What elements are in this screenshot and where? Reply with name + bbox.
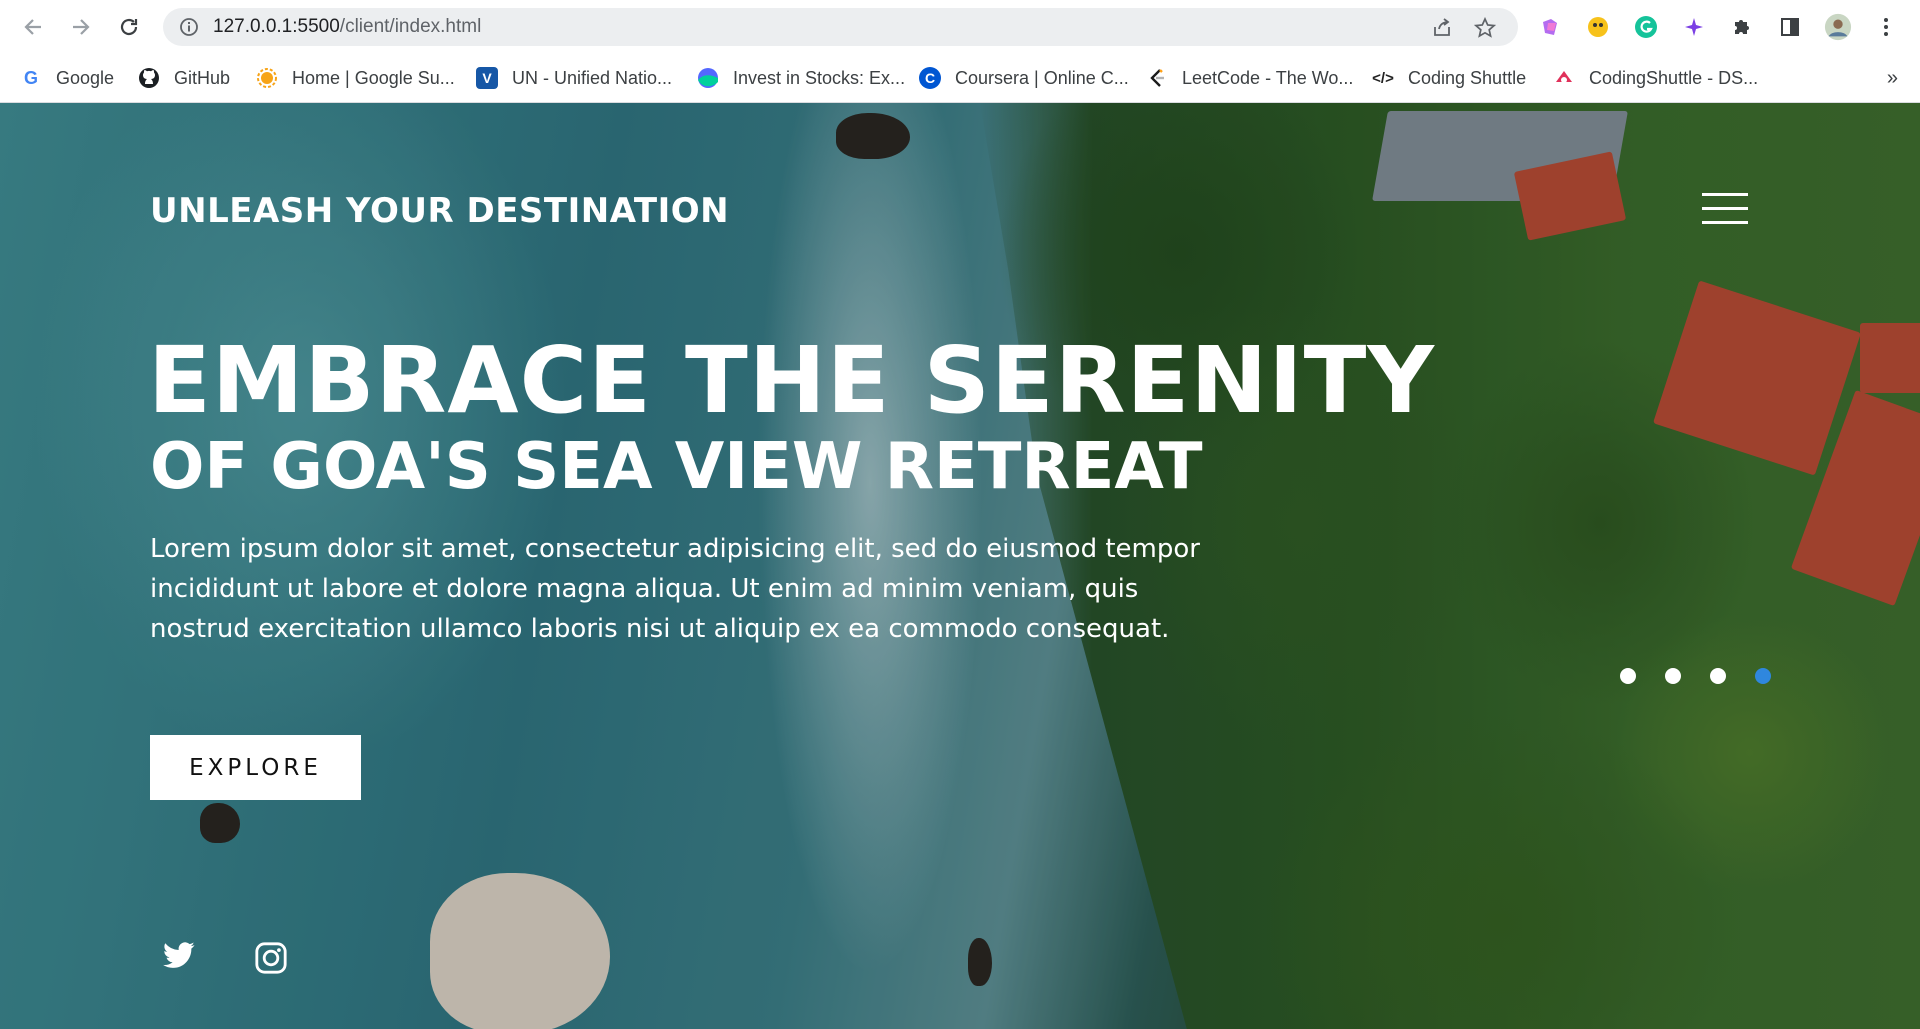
bookmark-coursera[interactable]: C Coursera | Online C... [919, 64, 1129, 92]
side-panel-icon[interactable] [1776, 13, 1804, 41]
bookmark-github[interactable]: GitHub [138, 64, 230, 92]
bookmark-coding-shuttle[interactable]: </> Coding Shuttle [1372, 64, 1526, 92]
hero-description: Lorem ipsum dolor sit amet, consectetur … [150, 534, 1200, 644]
twitter-icon[interactable] [162, 941, 198, 977]
back-arrow-icon [24, 19, 41, 35]
bookmark-label: GitHub [174, 67, 231, 88]
slider-dot-3[interactable] [1710, 668, 1726, 684]
bookmark-codingshuttle-dsa[interactable]: CodingShuttle - DS... [1553, 64, 1758, 92]
bookmark-star-icon[interactable] [1473, 16, 1497, 40]
url-host: 127.0.0.1:5500 [213, 16, 340, 37]
extensions-puzzle-icon[interactable] [1728, 13, 1756, 41]
coursera-icon: C [919, 67, 941, 89]
hero-section: UNLEASH YOUR DESTINATION EMBRACE THE SER… [0, 103, 1920, 1029]
bookmark-invest[interactable]: Invest in Stocks: Ex... [697, 64, 905, 92]
bookmark-google-summer[interactable]: Home | Google Su... [256, 64, 455, 92]
browser-toolbar: 127.0.0.1:5500/client/index.html [0, 0, 1920, 54]
extension-honey-icon[interactable] [1584, 13, 1612, 41]
brand-logo-text[interactable]: UNLEASH YOUR DESTINATION [150, 191, 729, 231]
hamburger-menu-icon[interactable] [1702, 193, 1748, 227]
forward-button[interactable] [66, 12, 96, 42]
menu-line [1702, 221, 1748, 224]
codingshuttle-icon [1553, 67, 1575, 89]
extension-pastel-icon[interactable] [1536, 13, 1564, 41]
google-icon: G [23, 67, 38, 88]
profile-avatar[interactable] [1824, 13, 1852, 41]
bookmark-label: Invest in Stocks: Ex... [733, 67, 906, 88]
bookmark-leetcode[interactable]: LeetCode - The Wo... [1146, 64, 1353, 92]
url-text[interactable]: 127.0.0.1:5500/client/index.html [213, 8, 481, 46]
browser-menu-icon[interactable] [1872, 13, 1900, 41]
google-summer-icon [256, 67, 278, 89]
bookmark-label: Coursera | Online C... [955, 67, 1129, 88]
bookmark-un[interactable]: V UN - Unified Natio... [476, 64, 672, 92]
share-icon[interactable] [1430, 16, 1454, 40]
bookmark-label: UN - Unified Natio... [512, 67, 673, 88]
un-icon: V [476, 67, 498, 89]
reload-icon [120, 18, 138, 36]
code-icon: </> [1372, 69, 1394, 87]
invest-icon [697, 67, 719, 89]
slider-dot-2[interactable] [1665, 668, 1681, 684]
slider-dot-1[interactable] [1620, 668, 1636, 684]
hero-headline: EMBRACE THE SERENITY [148, 327, 1435, 434]
bookmark-label: LeetCode - The Wo... [1182, 67, 1354, 88]
bookmark-label: CodingShuttle - DS... [1589, 67, 1759, 88]
github-icon [138, 67, 160, 89]
menu-line [1702, 193, 1748, 196]
menu-line [1702, 207, 1748, 210]
bookmark-google[interactable]: G Google [20, 64, 114, 92]
url-path: /client/index.html [339, 16, 482, 37]
leetcode-icon [1146, 67, 1168, 89]
bookmark-label: Coding Shuttle [1408, 67, 1527, 88]
hero-subheadline: OF GOA'S SEA VIEW RETREAT [150, 430, 1203, 504]
extension-sparkle-icon[interactable] [1680, 13, 1708, 41]
extension-grammarly-icon[interactable] [1632, 13, 1660, 41]
bookmarks-bar: G Google GitHub Home | Google Su... V UN… [0, 54, 1920, 103]
bookmark-label: Google [56, 67, 115, 88]
instagram-icon[interactable] [254, 941, 290, 977]
reload-button[interactable] [114, 12, 144, 42]
slider-dot-4[interactable] [1755, 668, 1771, 684]
forward-arrow-icon [73, 19, 90, 35]
bookmark-label: Home | Google Su... [292, 67, 455, 88]
back-button[interactable] [18, 12, 48, 42]
bookmarks-overflow-chevron[interactable]: » [1887, 67, 1898, 90]
address-bar[interactable]: 127.0.0.1:5500/client/index.html [163, 8, 1518, 46]
explore-button[interactable]: EXPLORE [150, 735, 361, 800]
site-info-icon[interactable] [179, 17, 199, 42]
